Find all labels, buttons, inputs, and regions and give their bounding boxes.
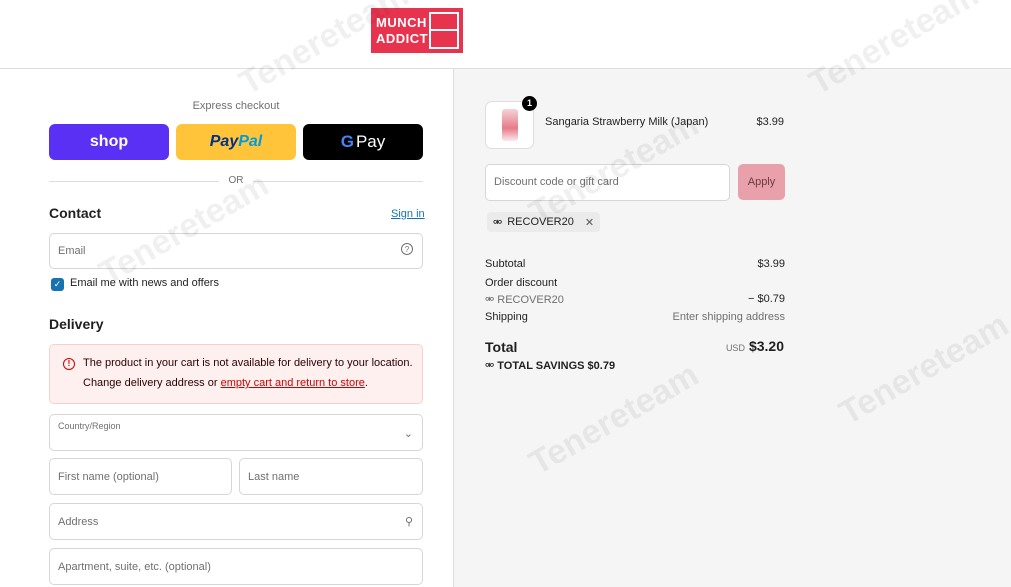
google-pay-button[interactable]: G Pay: [303, 124, 423, 160]
alert-instructions: Change delivery address or empty cart an…: [83, 377, 368, 389]
shipping-label: Shipping: [485, 311, 528, 323]
discount-value: − $0.79: [747, 293, 785, 305]
country-select[interactable]: Country/Region ⌄: [49, 414, 423, 451]
total-savings: ⚮ TOTAL SAVINGS $0.79: [485, 359, 615, 372]
paypal-label-part2: Pal: [238, 133, 263, 150]
contact-title: Contact: [49, 205, 102, 221]
paypal-label-part1: Pay: [209, 133, 239, 150]
order-discount-label: Order discount: [485, 277, 558, 289]
apartment-placeholder: Apartment, suite, etc. (optional): [58, 561, 211, 573]
logo-line2: ADDICT: [376, 31, 429, 46]
alert-prefix: Change delivery address or: [83, 377, 221, 389]
subtotal-label: Subtotal: [485, 258, 526, 270]
shop-pay-button[interactable]: shop: [49, 124, 169, 160]
search-icon: ⚲: [404, 516, 413, 528]
discount-code-row: ⚮ RECOVER20 − $0.79: [485, 293, 785, 306]
total-amount: $3.20: [748, 338, 784, 354]
tag-icon: ⚮: [493, 216, 503, 229]
discount-placeholder: Discount code or gift card: [494, 176, 619, 188]
order-summary: 1 Sangaria Strawberry Milk (Japan) $3.99…: [453, 69, 1011, 587]
or-divider: OR: [49, 175, 423, 187]
error-icon: !: [63, 358, 75, 370]
email-field[interactable]: Email ?: [49, 233, 423, 269]
shipping-row: Shipping Enter shipping address: [485, 311, 785, 323]
applied-code: RECOVER20: [507, 216, 574, 228]
first-name-placeholder: First name (optional): [58, 471, 159, 483]
first-name-field[interactable]: First name (optional): [49, 458, 232, 495]
munch-addict-logo[interactable]: MUNCH ADDICT: [371, 8, 463, 53]
discount-code-field[interactable]: Discount code or gift card: [485, 164, 730, 201]
strawberry-milk-can-image: [502, 109, 518, 141]
subtotal-value: $3.99: [757, 258, 785, 270]
total-value: USD $3.20: [726, 338, 784, 354]
subtotal-row: Subtotal $3.99: [485, 258, 785, 270]
google-g-icon: G: [340, 132, 354, 151]
google-pay-label: Pay: [355, 132, 386, 151]
remove-code-icon[interactable]: ✕: [585, 216, 594, 229]
logo-box-icon: [429, 12, 459, 49]
email-placeholder: Email: [58, 245, 86, 257]
alert-suffix: .: [364, 377, 368, 389]
last-name-field[interactable]: Last name: [239, 458, 423, 495]
product-price: $3.99: [756, 116, 784, 128]
savings-value: $0.79: [587, 360, 616, 372]
paypal-button[interactable]: Pay Pal: [176, 124, 296, 160]
header: MUNCH ADDICT: [0, 0, 1011, 69]
product-name: Sangaria Strawberry Milk (Japan): [545, 116, 709, 128]
help-icon[interactable]: ?: [401, 243, 413, 255]
chevron-down-icon: ⌄: [403, 428, 413, 440]
country-label: Country/Region: [58, 421, 121, 431]
sign-in-link[interactable]: Sign in: [391, 208, 425, 220]
discount-tag-icon: ⚮: [485, 294, 495, 306]
logo-line1: MUNCH: [376, 15, 427, 30]
discount-code: RECOVER20: [497, 294, 564, 306]
applied-discount-tag: ⚮ RECOVER20 ✕: [487, 212, 601, 232]
currency: USD: [725, 343, 745, 353]
checkout-form: Express checkout shop Pay Pal G Pay OR Con…: [0, 69, 453, 587]
delivery-error-alert: ! The product in your cart is not availa…: [49, 344, 423, 404]
savings-label: TOTAL SAVINGS: [497, 360, 585, 372]
empty-cart-link[interactable]: empty cart and return to store: [221, 377, 365, 389]
total-label: Total: [485, 339, 518, 355]
address-placeholder: Address: [58, 516, 99, 528]
newsletter-label: Email me with news and offers: [70, 277, 219, 289]
shipping-value: Enter shipping address: [672, 311, 785, 323]
delivery-title: Delivery: [49, 316, 104, 332]
order-discount-row: Order discount: [485, 277, 785, 289]
alert-message: The product in your cart is not availabl…: [83, 357, 413, 369]
apartment-field[interactable]: Apartment, suite, etc. (optional): [49, 548, 423, 585]
or-label: OR: [228, 175, 244, 186]
savings-tag-icon: ⚮: [485, 360, 495, 372]
apply-button[interactable]: Apply: [738, 164, 785, 200]
express-checkout-label: Express checkout: [192, 100, 280, 112]
newsletter-checkbox[interactable]: ✓: [51, 278, 64, 291]
last-name-placeholder: Last name: [248, 471, 300, 483]
address-field[interactable]: Address ⚲: [49, 503, 423, 540]
quantity-badge: 1: [522, 96, 537, 111]
